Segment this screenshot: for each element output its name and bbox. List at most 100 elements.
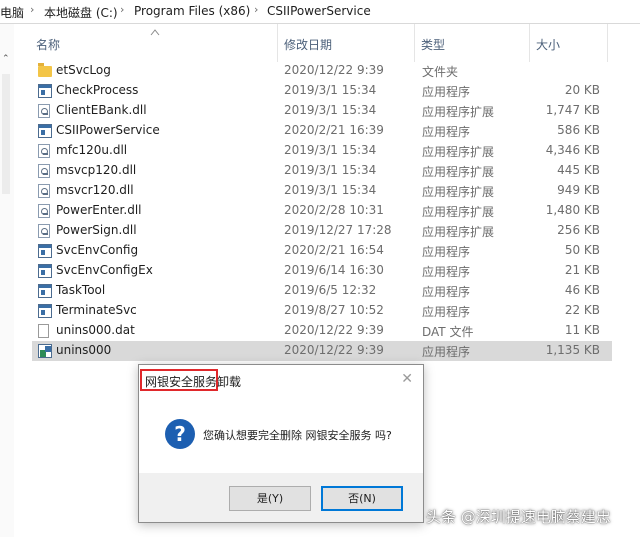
dll-icon [38,144,50,158]
file-type: 应用程序 [422,285,471,299]
file-row[interactable]: TerminateSvc 2019/8/27 10:52 应用程序 22 KB [32,301,612,321]
column-divider[interactable] [607,24,608,62]
file-row[interactable]: PowerEnter.dll 2020/2/28 10:31 应用程序扩展 1,… [32,201,612,221]
file-name: unins000.dat [56,323,135,337]
column-header-type[interactable]: 类型 [421,36,445,53]
file-row[interactable]: TaskTool 2019/6/5 12:32 应用程序 46 KB [32,281,612,301]
file-type: 应用程序 [422,305,471,319]
file-size: 1,480 KB [545,203,600,217]
file-type: 应用程序扩展 [422,145,495,159]
file-name: SvcEnvConfigEx [56,263,153,277]
file-date: 2019/6/5 12:32 [284,283,377,297]
exe-icon [38,124,52,138]
uninstaller-icon [38,344,52,358]
file-row[interactable]: PowerSign.dll 2019/12/27 17:28 应用程序扩展 25… [32,221,612,241]
file-name: mfc120u.dll [56,143,128,157]
breadcrumb-local-disk[interactable]: 本地磁盘 (C:) [44,4,118,21]
dll-icon [38,164,50,178]
file-size: 21 KB [564,263,600,277]
file-type: 应用程序 [422,345,471,359]
file-type: 应用程序扩展 [422,205,495,219]
file-size: 1,747 KB [545,103,600,117]
breadcrumb-separator-icon[interactable]: › [30,3,34,16]
file-date: 2019/8/27 10:52 [284,303,384,317]
breadcrumb-separator-icon[interactable]: › [120,3,124,16]
file-row[interactable]: SvcEnvConfigEx 2019/6/14 16:30 应用程序 21 K… [32,261,612,281]
column-header-size[interactable]: 大小 [536,36,560,53]
file-name: PowerSign.dll [56,223,137,237]
column-header-date[interactable]: 修改日期 [284,36,332,53]
file-date: 2019/3/1 15:34 [284,163,377,177]
file-row[interactable]: mfc120u.dll 2019/3/1 15:34 应用程序扩展 4,346 … [32,141,612,161]
file-name: CheckProcess [56,83,139,97]
folder-icon [38,63,52,77]
file-row[interactable]: ClientEBank.dll 2019/3/1 15:34 应用程序扩展 1,… [32,101,612,121]
file-date: 2019/3/1 15:34 [284,103,377,117]
file-size: 4,346 KB [545,143,600,157]
file-date: 2019/3/1 15:34 [284,183,377,197]
file-date: 2020/12/22 9:39 [284,323,384,337]
sort-ascending-icon [150,29,160,36]
file-name: msvcr120.dll [56,183,134,197]
file-date: 2019/12/27 17:28 [284,223,392,237]
file-row[interactable]: unins000.dat 2020/12/22 9:39 DAT 文件 11 K… [32,321,612,341]
file-type: 应用程序扩展 [422,165,495,179]
file-name: TaskTool [56,283,106,297]
file-type: 应用程序扩展 [422,185,495,199]
file-row[interactable]: SvcEnvConfig 2020/2/21 16:54 应用程序 50 KB [32,241,612,261]
file-size: 256 KB [557,223,600,237]
breadcrumb-program-files[interactable]: Program Files (x86) [134,4,250,18]
exe-icon [38,264,52,278]
file-name: PowerEnter.dll [56,203,142,217]
file-date: 2019/3/1 15:34 [284,143,377,157]
file-name: unins000 [56,343,112,357]
exe-icon [38,304,52,318]
file-size: 46 KB [564,283,600,297]
dll-icon [38,104,50,118]
column-divider[interactable] [529,24,530,62]
dialog-title-app: 网银安全服务 [145,375,218,389]
file-row[interactable]: msvcr120.dll 2019/3/1 15:34 应用程序扩展 949 K… [32,181,612,201]
dll-icon [38,184,50,198]
breadcrumb-current-folder[interactable]: CSIIPowerService [267,4,371,18]
file-row[interactable]: CSIIPowerService 2020/2/21 16:39 应用程序 58… [32,121,612,141]
dat-file-icon [38,324,49,338]
file-type: 应用程序 [422,125,471,139]
file-name: CSIIPowerService [56,123,160,137]
navigation-scrollbar[interactable] [2,74,10,194]
dialog-title-action: 卸载 [217,375,242,389]
exe-icon [38,284,52,298]
column-divider[interactable] [277,24,278,62]
breadcrumb-separator-icon[interactable]: › [254,3,258,16]
file-size: 50 KB [564,243,600,257]
yes-button[interactable]: 是(Y) [229,486,311,511]
file-name: msvcp120.dll [56,163,137,177]
file-type: DAT 文件 [422,325,474,339]
file-date: 2019/3/1 15:34 [284,83,377,97]
dialog-message: 您确认想要完全删除 网银安全服务 吗? [203,429,392,442]
file-type: 应用程序扩展 [422,225,495,239]
file-row[interactable]: msvcp120.dll 2019/3/1 15:34 应用程序扩展 445 K… [32,161,612,181]
column-header-name[interactable]: 名称 [36,36,60,53]
file-row[interactable]: etSvcLog 2020/12/22 9:39 文件夹 [32,61,612,81]
file-date: 2020/2/21 16:54 [284,243,384,257]
file-name: SvcEnvConfig [56,243,139,257]
exe-icon [38,84,52,98]
no-button[interactable]: 否(N) [321,486,403,511]
file-name: TerminateSvc [56,303,137,317]
file-row-selected[interactable]: unins000 2020/12/22 9:39 应用程序 1,135 KB [32,341,612,361]
dll-icon [38,204,50,218]
file-size: 22 KB [564,303,600,317]
file-type: 应用程序扩展 [422,105,495,119]
file-type: 文件夹 [422,65,459,79]
file-size: 20 KB [564,83,600,97]
column-divider[interactable] [414,24,415,62]
file-size: 11 KB [564,323,600,337]
breadcrumb-this-pc[interactable]: 电脑 [0,4,24,21]
file-date: 2019/6/14 16:30 [284,263,384,277]
column-header-bar: 名称 修改日期 类型 大小 [0,24,640,62]
close-icon[interactable]: ✕ [401,371,413,387]
address-bar[interactable]: 电脑 › 本地磁盘 (C:) › Program Files (x86) › C… [0,0,640,24]
file-type: 应用程序 [422,85,471,99]
file-row[interactable]: CheckProcess 2019/3/1 15:34 应用程序 20 KB [32,81,612,101]
